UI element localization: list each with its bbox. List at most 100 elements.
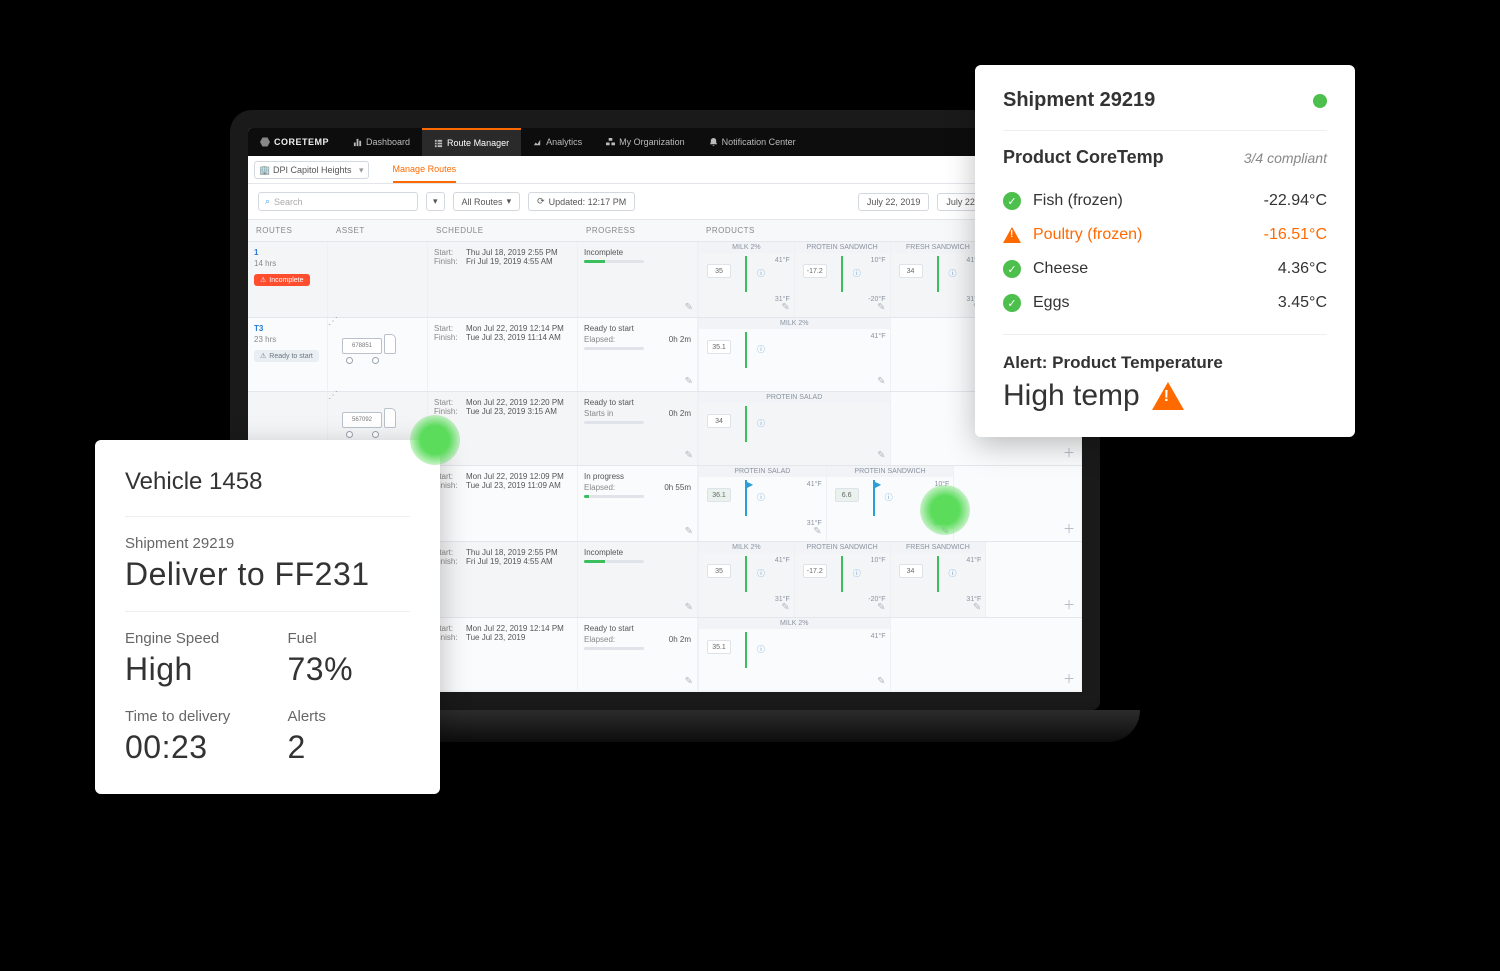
info-icon[interactable]: ⓘ bbox=[949, 568, 957, 579]
schedule-finish: Finish:Tue Jul 23, 2019 11:14 AM bbox=[434, 333, 571, 342]
col-schedule: SCHEDULE bbox=[428, 220, 578, 241]
edit-icon[interactable]: ✎ bbox=[685, 376, 693, 387]
edit-icon[interactable]: ✎ bbox=[877, 302, 885, 313]
date-from[interactable]: July 22, 2019 bbox=[858, 193, 930, 211]
route-id[interactable]: T3 bbox=[254, 324, 321, 333]
nav-org[interactable]: My Organization bbox=[594, 128, 697, 156]
alert-value: High temp bbox=[1003, 379, 1140, 413]
chevron-down-icon: ▾ bbox=[359, 165, 364, 176]
info-icon[interactable]: ⓘ bbox=[757, 644, 765, 655]
table-row[interactable]: T323 hrs⚠Ready to start⋰678851Start:Mon … bbox=[248, 318, 1082, 392]
temp-value: 35.1 bbox=[707, 340, 731, 354]
product-name: PROTEIN SANDWICH bbox=[827, 466, 954, 477]
routes-filter[interactable]: All Routes ▾ bbox=[453, 192, 521, 211]
temp-low: 31°F bbox=[895, 296, 982, 303]
temp-value: 35.1 bbox=[707, 640, 731, 654]
bell-icon bbox=[709, 138, 718, 147]
info-icon[interactable]: ⓘ bbox=[757, 418, 765, 429]
list-icon bbox=[434, 139, 443, 148]
col-asset: ASSET bbox=[328, 220, 428, 241]
location-select[interactable]: 🏢 DPI Capitol Heights ▾ bbox=[254, 161, 369, 179]
filter-button[interactable]: ▾ bbox=[426, 192, 445, 211]
building-icon: 🏢 bbox=[259, 165, 270, 176]
info-icon[interactable]: ⓘ bbox=[885, 492, 893, 503]
add-product-icon[interactable]: ＋ bbox=[1063, 444, 1075, 461]
product-temp: 3.45°C bbox=[1278, 294, 1327, 312]
search-input[interactable]: ⌕ Search bbox=[258, 192, 418, 211]
add-product-cell[interactable]: ＋ bbox=[890, 618, 1082, 690]
add-product-cell[interactable]: ＋ bbox=[985, 542, 1081, 617]
product-name: MILK 2% bbox=[699, 542, 794, 553]
info-icon[interactable]: ⓘ bbox=[949, 268, 957, 279]
add-product-icon[interactable]: ＋ bbox=[1063, 596, 1075, 613]
product-temp: 4.36°C bbox=[1278, 260, 1327, 278]
product-cell: PROTEIN SANDWICH10°F-17.2ⓘ-20°F✎ bbox=[794, 542, 890, 617]
product-row: ✓Eggs3.45°C bbox=[1003, 286, 1327, 320]
nav-dashboard[interactable]: Dashboard bbox=[341, 128, 422, 156]
truck-icon: 678851 bbox=[334, 334, 396, 362]
check-icon: ✓ bbox=[1003, 260, 1021, 278]
temp-low: 31°F bbox=[895, 596, 982, 603]
edit-icon[interactable]: ✎ bbox=[685, 602, 693, 613]
nav-label: Route Manager bbox=[447, 138, 509, 148]
shipment-card: Shipment 29219 Product CoreTemp 3/4 comp… bbox=[975, 65, 1355, 437]
progress-elapsed: Starts in 0h 2m bbox=[584, 409, 691, 418]
product-name: Cheese bbox=[1033, 260, 1088, 278]
edit-icon[interactable]: ✎ bbox=[813, 526, 821, 537]
temp-low: 31°F bbox=[703, 520, 822, 527]
info-icon[interactable]: ⓘ bbox=[757, 268, 765, 279]
product-cell: PROTEIN SANDWICH10°F-17.2ⓘ-20°F✎ bbox=[794, 242, 890, 317]
manage-routes-tab[interactable]: Manage Routes bbox=[393, 156, 457, 183]
edit-icon[interactable]: ✎ bbox=[685, 676, 693, 687]
refresh-icon: ⟳ bbox=[537, 196, 545, 207]
product-row: Poultry (frozen)-16.51°C bbox=[1003, 218, 1327, 252]
progress-bar bbox=[584, 560, 644, 563]
info-icon[interactable]: ⓘ bbox=[853, 568, 861, 579]
product-cell: PROTEIN SALAD34ⓘ✎ bbox=[698, 392, 890, 465]
schedule-finish: Finish:Fri Jul 19, 2019 4:55 AM bbox=[434, 257, 571, 266]
product-cell: PROTEIN SALAD41°F◀36.1ⓘ31°F✎ bbox=[698, 466, 826, 541]
info-icon[interactable]: ⓘ bbox=[853, 268, 861, 279]
route-id[interactable]: 1 bbox=[254, 248, 321, 257]
info-icon[interactable]: ⓘ bbox=[757, 568, 765, 579]
temp-low: 31°F bbox=[703, 596, 790, 603]
shipment-destination: Deliver to FF231 bbox=[125, 556, 410, 593]
progress-bar bbox=[584, 647, 644, 650]
progress-bar bbox=[584, 347, 644, 350]
edit-icon[interactable]: ✎ bbox=[685, 450, 693, 461]
edit-icon[interactable]: ✎ bbox=[685, 526, 693, 537]
add-product-icon[interactable]: ＋ bbox=[1063, 520, 1075, 537]
ping-indicator bbox=[410, 415, 460, 465]
nav-notifications[interactable]: Notification Center bbox=[697, 128, 808, 156]
edit-icon[interactable]: ✎ bbox=[973, 602, 981, 613]
vehicle-card: Vehicle 1458 Shipment 29219 Deliver to F… bbox=[95, 440, 440, 794]
info-icon[interactable]: ⓘ bbox=[757, 344, 765, 355]
brand: CORETEMP bbox=[248, 137, 341, 147]
chevron-down-icon: ▾ bbox=[507, 196, 512, 207]
analytics-icon bbox=[533, 138, 542, 147]
edit-icon[interactable]: ✎ bbox=[877, 676, 885, 687]
edit-icon[interactable]: ✎ bbox=[877, 602, 885, 613]
nav-label: Notification Center bbox=[722, 137, 796, 147]
info-icon[interactable]: ⓘ bbox=[757, 492, 765, 503]
add-product-icon[interactable]: ＋ bbox=[1063, 670, 1075, 687]
edit-icon[interactable]: ✎ bbox=[781, 602, 789, 613]
schedule-start: Start:Thu Jul 18, 2019 2:55 PM bbox=[434, 248, 571, 257]
edit-icon[interactable]: ✎ bbox=[877, 376, 885, 387]
nav-route-manager[interactable]: Route Manager bbox=[422, 128, 521, 156]
table-row[interactable]: 114 hrs⚠IncompleteStart:Thu Jul 18, 2019… bbox=[248, 242, 1082, 318]
updated-indicator[interactable]: ⟳ Updated: 12:17 PM bbox=[528, 192, 635, 211]
edit-icon[interactable]: ✎ bbox=[685, 302, 693, 313]
ping-indicator bbox=[920, 485, 970, 535]
warning-icon: ⚠ bbox=[260, 276, 266, 284]
edit-icon[interactable]: ✎ bbox=[877, 450, 885, 461]
nav-analytics[interactable]: Analytics bbox=[521, 128, 594, 156]
warning-icon bbox=[1003, 227, 1021, 243]
search-icon: ⌕ bbox=[265, 196, 270, 207]
temp-low: -20°F bbox=[799, 596, 886, 603]
wifi-icon: ⋰ bbox=[328, 316, 338, 327]
status-chip: ⚠Incomplete bbox=[254, 274, 310, 286]
edit-icon[interactable]: ✎ bbox=[781, 302, 789, 313]
add-product-cell[interactable]: ＋ bbox=[953, 466, 1081, 541]
progress-bar bbox=[584, 260, 644, 263]
